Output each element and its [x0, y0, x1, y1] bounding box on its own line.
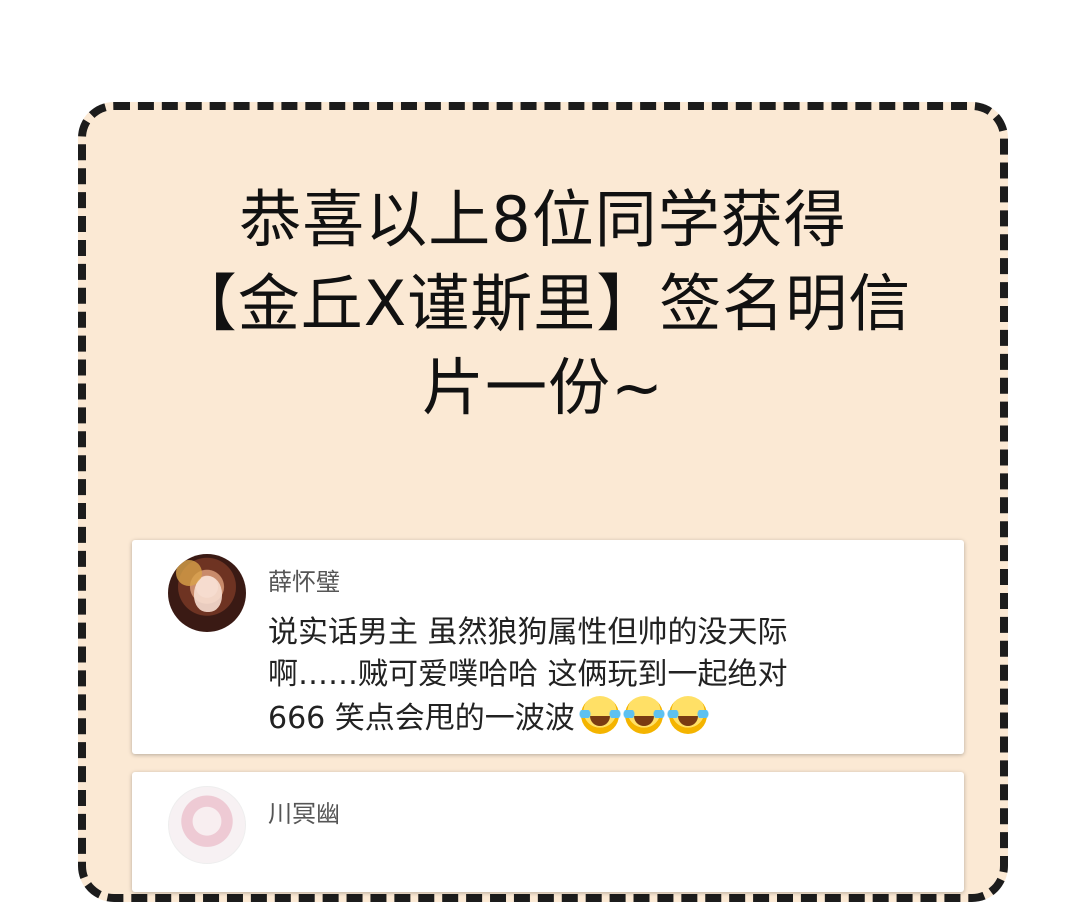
- comment-line-3-text: 666 笑点会甩的一波波: [268, 701, 575, 736]
- congratulations-heading: 恭喜以上8位同学获得 【金丘X谨斯里】签名明信 片一份~: [86, 178, 1000, 430]
- heading-line-3: 片一份~: [422, 351, 664, 424]
- laughing-crying-emoji-icon: [622, 696, 665, 734]
- announcement-panel: 恭喜以上8位同学获得 【金丘X谨斯里】签名明信 片一份~ 薛怀璧 说实话男主 虽…: [78, 102, 1008, 902]
- comment-line-3: 666 笑点会甩的一波波: [268, 696, 918, 740]
- laughing-crying-emoji-icon: [666, 696, 709, 734]
- heading-line-1: 恭喜以上8位同学获得: [239, 183, 847, 256]
- comment-card: 川冥幽: [132, 772, 964, 892]
- comment-line-2: 啊……贼可爱噗哈哈 这俩玩到一起绝对: [268, 657, 788, 692]
- comment-line-1: 说实话男主 虽然狼狗属性但帅的没天际: [268, 615, 788, 650]
- avatar[interactable]: [168, 554, 246, 632]
- comment-username[interactable]: 川冥幽: [268, 794, 340, 829]
- avatar[interactable]: [168, 786, 246, 864]
- heading-line-2: 【金丘X谨斯里】签名明信: [174, 267, 912, 340]
- comment-card: 薛怀璧 说实话男主 虽然狼狗属性但帅的没天际 啊……贼可爱噗哈哈 这俩玩到一起绝…: [132, 540, 964, 754]
- laughing-crying-emoji-icon: [578, 696, 621, 734]
- comment-text: 说实话男主 虽然狼狗属性但帅的没天际 啊……贼可爱噗哈哈 这俩玩到一起绝对 66…: [268, 612, 918, 740]
- comment-username[interactable]: 薛怀璧: [268, 562, 340, 597]
